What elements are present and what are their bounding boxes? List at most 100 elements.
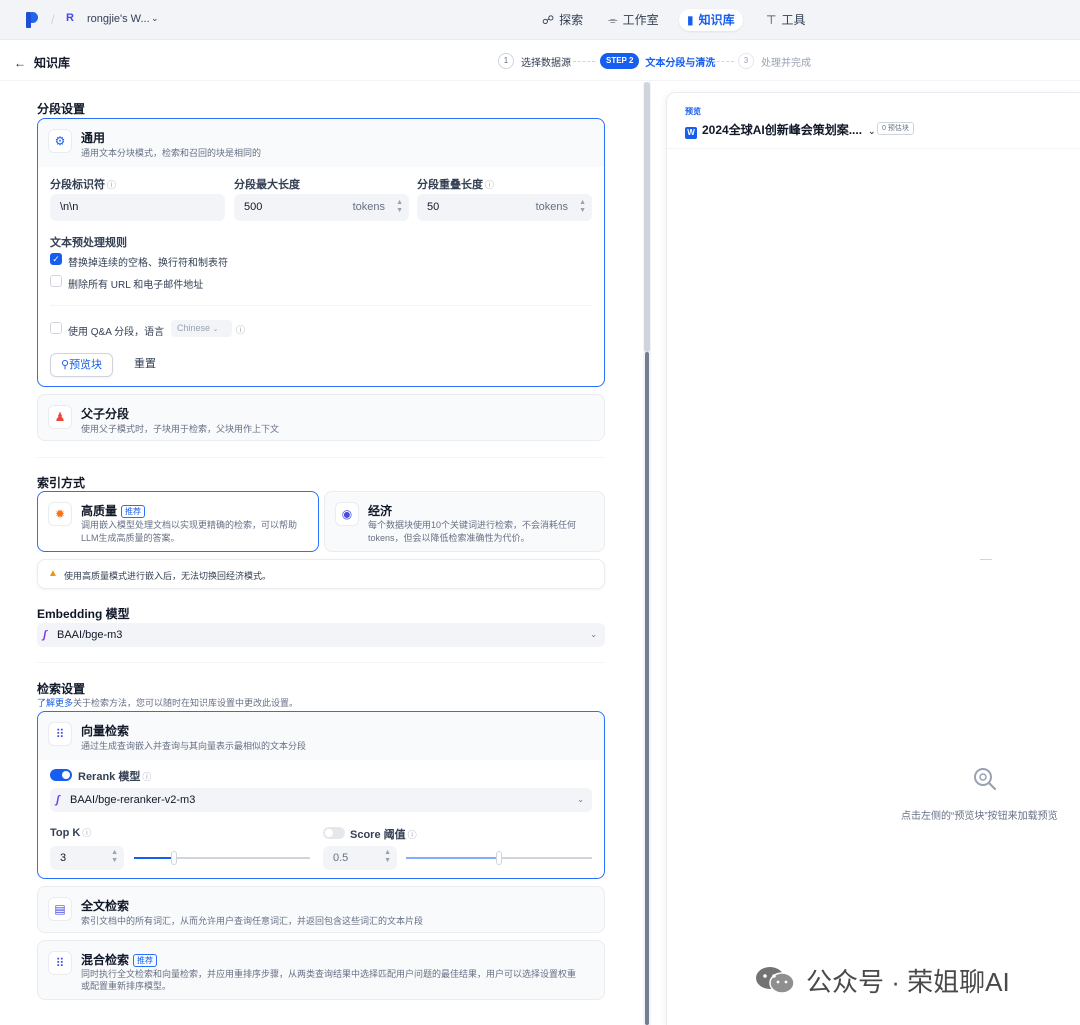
unit-label: tokens bbox=[535, 201, 568, 213]
step-2: STEP 2 文本分段与清洗 bbox=[600, 53, 715, 69]
max-length-input[interactable]: 500 tokens ▲ ▼ bbox=[234, 194, 409, 221]
hammer-icon: ⊤ bbox=[766, 13, 777, 27]
parent-child-icon: ♟ bbox=[48, 405, 72, 429]
qa-checkbox[interactable] bbox=[50, 322, 62, 334]
stepper-icon[interactable]: ▲ ▼ bbox=[111, 849, 118, 865]
step-1: 1 选择数据源 bbox=[498, 53, 571, 69]
retrieval-subtitle: 了解更多关于检索方法，您可以随时在知识库设置中更改此设置。 bbox=[37, 698, 299, 708]
nav-studio[interactable]: ⌯ 工作室 bbox=[600, 9, 667, 31]
learn-more-link[interactable]: 了解更多 bbox=[37, 698, 73, 708]
nav-explore[interactable]: ☍ 探索 bbox=[534, 9, 591, 31]
fulltext-title: 全文检索 bbox=[81, 899, 130, 913]
slider-fill bbox=[406, 857, 499, 859]
score-threshold-input[interactable]: 0.5 ▲ ▼ bbox=[323, 846, 397, 870]
max-length-label: 分段最大长度 bbox=[234, 179, 300, 191]
qa-language-select[interactable]: Chinese ⌄ bbox=[171, 320, 232, 337]
slider-fill bbox=[134, 857, 174, 859]
topk-label: Top Kⓘ bbox=[50, 827, 92, 839]
economy-desc: 每个数据块使用10个关键词进行检索，不会消耗任何 tokens，但会以降低检索准确… bbox=[368, 520, 577, 543]
panel-resizer[interactable] bbox=[643, 82, 651, 1025]
help-icon: ⓘ bbox=[107, 180, 117, 190]
high-quality-title: 高质量 推荐 bbox=[81, 502, 146, 519]
workspace-name[interactable]: rongjie's W... bbox=[87, 13, 150, 25]
scrollbar-thumb[interactable] bbox=[644, 82, 650, 352]
score-threshold-toggle[interactable] bbox=[323, 827, 345, 839]
overlap-value: 50 bbox=[427, 201, 440, 213]
chevron-down-icon: ⌄ bbox=[868, 126, 876, 136]
vector-desc: 通过生成查询嵌入并查询与其向量表示最相似的文本分段 bbox=[81, 741, 307, 751]
reset-button[interactable]: 重置 bbox=[124, 353, 166, 377]
scrollbar-rail[interactable] bbox=[645, 352, 649, 1025]
general-mode-card[interactable]: ⚙ 通用 通用文本分块模式，检索和召回的块是相同的 分段标识符 ⓘ \n\n 分段… bbox=[37, 118, 605, 387]
document-icon: W bbox=[685, 127, 697, 139]
watermark-text: 公众号 · 荣姐聊AI bbox=[806, 966, 1010, 997]
workspace-avatar[interactable]: R bbox=[66, 12, 74, 24]
rule-url-label: 删除所有 URL 和电子邮件地址 bbox=[68, 280, 204, 291]
watermark: 公众号 · 荣姐聊AI bbox=[754, 963, 1010, 997]
rule-whitespace-label: 替换掉连续的空格、换行符和制表符 bbox=[68, 258, 228, 269]
chevron-down-icon[interactable]: ⌄ bbox=[151, 13, 159, 24]
preview-panel: 预览 W 2024全球AI创新峰会策划案.... ⌄ 0 预估块 点击左侧的“预览块… bbox=[666, 92, 1080, 1025]
hybrid-search-card[interactable]: ⠿ 混合检索 推荐 同时执行全文检索和向量检索，并应用重排序步骤，从两类查询结果中… bbox=[37, 940, 605, 1000]
help-icon: ⓘ bbox=[485, 180, 495, 190]
rerank-toggle[interactable] bbox=[50, 769, 72, 781]
nav-knowledge[interactable]: ▮ 知识库 bbox=[679, 9, 743, 31]
high-quality-card[interactable]: ✹ 高质量 推荐 调用嵌入模型处理文档以实现更精确的检索，可以帮助 LLM生成高质量… bbox=[37, 491, 319, 552]
vector-search-card[interactable]: ⠿ 向量检索 通过生成查询嵌入并查询与其向量表示最相似的文本分段 Rerank … bbox=[37, 711, 605, 879]
step-3: 3 处理并完成 bbox=[738, 53, 811, 69]
separator-input[interactable]: \n\n bbox=[50, 194, 225, 221]
index-title: 索引方式 bbox=[37, 476, 86, 490]
top-nav: / R rongjie's W... ⌄ ☍ 探索 ⌯ 工作室 ▮ 知识库 ⊤ 工具 bbox=[0, 0, 1080, 40]
help-icon: ⓘ bbox=[82, 828, 92, 838]
embedding-model-select[interactable]: ʃ BAAI/bge-m3 ⌄ bbox=[37, 623, 605, 647]
retrieval-title: 检索设置 bbox=[37, 682, 86, 696]
warning-icon: ▲ bbox=[48, 568, 58, 579]
general-title: 通用 bbox=[81, 131, 106, 145]
embedding-title: Embedding 模型 bbox=[37, 607, 130, 621]
hybrid-desc: 同时执行全文检索和向量检索，并应用重排序步骤，从两类查询结果中选择匹配用户问题的… bbox=[81, 969, 577, 991]
section-divider bbox=[37, 662, 605, 663]
fulltext-search-card[interactable]: ▤ 全文检索 索引文档中的所有词汇，从而允许用户查询任意词汇，并返回包含这些词汇… bbox=[37, 886, 605, 933]
grid-icon: ⠿ bbox=[48, 722, 72, 746]
stepper-icon[interactable]: ▲ ▼ bbox=[384, 849, 391, 865]
hybrid-title: 混合检索 推荐 bbox=[81, 951, 158, 968]
stepper-bar: ← 知识库 1 选择数据源 STEP 2 文本分段与清洗 3 处理并完成 bbox=[0, 41, 1080, 81]
high-quality-desc: 调用嵌入模型处理文档以实现更精确的检索，可以帮助 LLM生成高质量的答案。 bbox=[81, 520, 298, 543]
score-threshold-slider[interactable] bbox=[406, 851, 592, 865]
rule-url-checkbox[interactable] bbox=[50, 275, 62, 287]
score-value: 0.5 bbox=[333, 852, 349, 864]
separator-label: 分段标识符 ⓘ bbox=[50, 179, 117, 191]
gear-icon: ⚙ bbox=[48, 129, 72, 153]
back-button[interactable]: ← 知识库 bbox=[14, 54, 70, 71]
preview-empty-text: 点击左侧的“预览块”按钮来加载预览 bbox=[901, 811, 1058, 822]
rule-whitespace-checkbox[interactable]: ✓ bbox=[50, 253, 62, 265]
stepper-icon[interactable]: ▲ ▼ bbox=[396, 199, 403, 215]
arrow-left-icon: ← bbox=[14, 56, 26, 70]
slider-thumb[interactable] bbox=[171, 851, 177, 865]
slider-thumb[interactable] bbox=[496, 851, 502, 865]
stepper-icon[interactable]: ▲ ▼ bbox=[579, 199, 586, 215]
max-length-value: 500 bbox=[244, 201, 263, 213]
preview-document-select[interactable]: W 2024全球AI创新峰会策划案.... ⌄ bbox=[685, 121, 876, 139]
chevron-down-icon: ⌄ bbox=[577, 795, 584, 804]
overlap-input[interactable]: 50 tokens ▲ ▼ bbox=[417, 194, 592, 221]
piggy-bank-icon: ◉ bbox=[335, 502, 359, 526]
overlap-label: 分段重叠长度 ⓘ bbox=[417, 179, 495, 191]
topk-input[interactable]: 3 ▲ ▼ bbox=[50, 846, 124, 870]
fulltext-desc: 索引文档中的所有词汇，从而允许用户查询任意词汇，并返回包含这些词汇的文本片段 bbox=[81, 916, 424, 926]
search-empty-icon bbox=[974, 768, 997, 791]
nav-tools[interactable]: ⊤ 工具 bbox=[758, 9, 813, 31]
vector-card-header: ⠿ 向量检索 通过生成查询嵌入并查询与其向量表示最相似的文本分段 bbox=[38, 712, 604, 760]
topk-slider[interactable] bbox=[134, 851, 310, 865]
loading-indicator bbox=[980, 559, 992, 560]
economy-card[interactable]: ◉ 经济 每个数据块使用10个关键词进行检索，不会消耗任何 tokens，但会以降… bbox=[324, 491, 605, 552]
preview-chunks-button[interactable]: ⚲预览块 bbox=[50, 353, 114, 377]
compass-icon: ☍ bbox=[542, 13, 555, 27]
help-icon[interactable]: ⓘ bbox=[236, 323, 245, 336]
parent-child-card[interactable]: ♟ 父子分段 使用父子模式时，子块用于检索，父块用作上下文 bbox=[37, 394, 605, 441]
rerank-model-select[interactable]: ʃ BAAI/bge-reranker-v2-m3 ⌄ bbox=[50, 788, 592, 812]
model-icon: ʃ bbox=[43, 629, 47, 641]
dify-logo-icon[interactable] bbox=[26, 12, 38, 28]
document-name: 2024全球AI创新峰会策划案.... bbox=[702, 123, 863, 137]
vector-title: 向量检索 bbox=[81, 724, 130, 738]
